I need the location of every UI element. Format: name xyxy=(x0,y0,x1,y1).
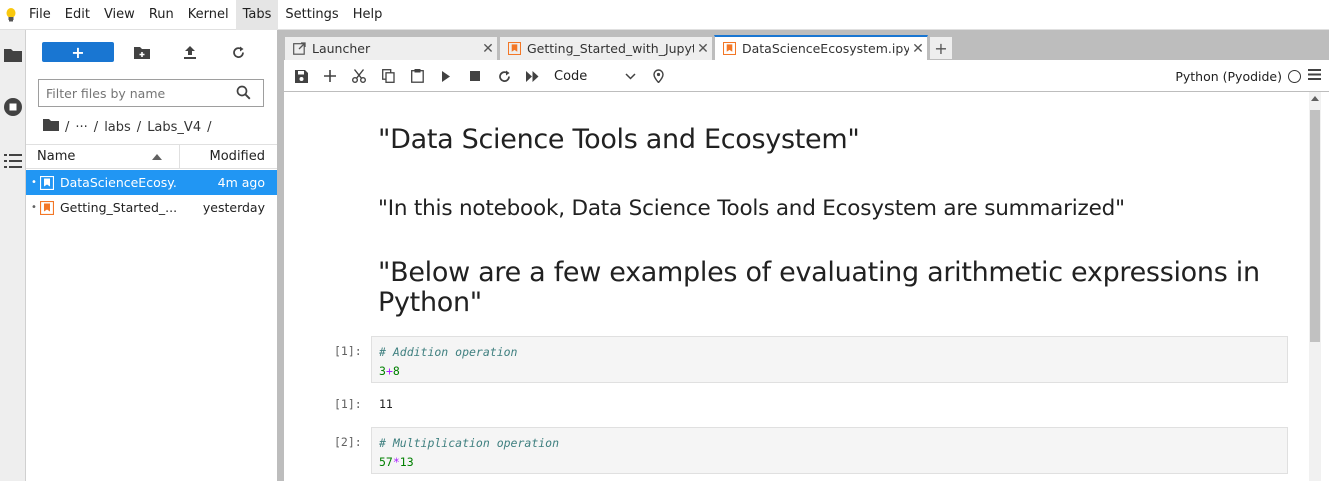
file-name: Getting_Started_... xyxy=(60,200,178,215)
notebook-panel: "Data Science Tools and Ecosystem" "In t… xyxy=(284,92,1329,481)
kernel-indicator[interactable]: Python (Pyodide) xyxy=(1175,66,1301,86)
tab-datascienceecosystem[interactable]: DataScienceEcosystem.ipynb ✕ xyxy=(714,35,928,60)
search-icon xyxy=(236,85,251,104)
menu-edit[interactable]: Edit xyxy=(58,0,97,30)
cell-output: 11 xyxy=(379,397,393,411)
hamburger-menu-icon[interactable] xyxy=(1308,69,1321,84)
tab-bar: Launcher ✕ Getting_Started_with_Jupyter … xyxy=(284,30,1329,60)
notebook-icon xyxy=(508,41,522,56)
stop-icon[interactable] xyxy=(465,66,485,86)
file-filter-box xyxy=(38,79,264,107)
folder-icon[interactable] xyxy=(0,42,26,68)
scrollbar-thumb[interactable] xyxy=(1310,110,1320,342)
menu-tabs[interactable]: Tabs xyxy=(235,0,279,30)
cut-icon[interactable] xyxy=(349,66,369,86)
file-modified: yesterday xyxy=(202,200,265,215)
table-of-contents-icon[interactable] xyxy=(0,148,26,174)
markdown-heading-3[interactable]: "Below are a few examples of evaluating … xyxy=(378,258,1278,318)
running-sessions-icon[interactable] xyxy=(0,94,26,120)
upload-icon[interactable] xyxy=(180,42,200,62)
breadcrumb-labs[interactable]: labs xyxy=(101,120,134,135)
breadcrumb-separator: / xyxy=(93,119,99,135)
main-area: Launcher ✕ Getting_Started_with_Jupyter … xyxy=(284,30,1329,481)
tab-label: Launcher xyxy=(312,41,371,56)
kernel-status-idle-icon xyxy=(1288,69,1301,83)
menu-view[interactable]: View xyxy=(97,0,142,30)
breadcrumb: / ··· / labs / Labs_V4 / xyxy=(40,118,214,136)
breadcrumb-separator: / xyxy=(136,119,142,135)
restart-kernel-icon[interactable] xyxy=(494,66,514,86)
launcher-icon xyxy=(293,41,307,56)
notebook-toolbar: Code Python (Pyodide) xyxy=(284,60,1329,92)
scroll-up-arrow-icon[interactable] xyxy=(1311,96,1319,101)
breadcrumb-separator: / xyxy=(65,119,70,135)
markdown-heading-1[interactable]: "Data Science Tools and Ecosystem" xyxy=(378,124,860,155)
paste-icon[interactable] xyxy=(407,66,427,86)
run-icon[interactable] xyxy=(436,66,456,86)
file-list-header: Name Modified xyxy=(26,144,277,169)
close-icon[interactable]: ✕ xyxy=(909,41,927,57)
new-launcher-button[interactable]: + xyxy=(42,42,114,62)
cell-type-value: Code xyxy=(554,68,588,84)
breadcrumb-labs-v4[interactable]: Labs_V4 xyxy=(144,120,204,135)
file-browser-toolbar: + xyxy=(26,30,277,72)
restart-run-all-icon[interactable] xyxy=(523,66,543,86)
add-tab-button[interactable]: + xyxy=(929,36,953,60)
column-header-name[interactable]: Name xyxy=(26,145,180,168)
code-cell-editor[interactable]: # Addition operation 3+8 xyxy=(371,336,1288,383)
file-filter-input[interactable] xyxy=(39,81,229,105)
tab-getting-started[interactable]: Getting_Started_with_Jupyter ✕ xyxy=(499,36,713,60)
menu-help[interactable]: Help xyxy=(346,0,390,30)
open-indicator-icon: • xyxy=(31,177,37,188)
sort-ascending-icon xyxy=(152,154,162,160)
tab-label: Getting_Started_with_Jupyter xyxy=(527,41,694,56)
home-folder-icon[interactable] xyxy=(40,119,62,135)
code-line: 57*13 xyxy=(379,455,414,469)
input-prompt: [2]: xyxy=(334,435,362,449)
activity-bar xyxy=(0,30,26,481)
menu-run[interactable]: Run xyxy=(142,0,181,30)
add-cell-icon[interactable] xyxy=(320,66,340,86)
jupyter-logo-icon xyxy=(0,0,22,30)
markdown-heading-2[interactable]: "In this notebook, Data Science Tools an… xyxy=(378,196,1125,221)
menu-bar: File Edit View Run Kernel Tabs Settings … xyxy=(0,0,1329,30)
code-comment: # Multiplication operation xyxy=(379,436,560,450)
close-icon[interactable]: ✕ xyxy=(694,41,712,57)
column-header-modified[interactable]: Modified xyxy=(180,145,277,168)
notebook-icon xyxy=(40,175,54,190)
file-name: DataScienceEcosy... xyxy=(60,175,178,190)
notebook-icon xyxy=(723,41,737,56)
menu-kernel[interactable]: Kernel xyxy=(181,0,236,30)
open-indicator-icon: • xyxy=(31,202,37,213)
code-line: 3+8 xyxy=(379,364,400,378)
refresh-icon[interactable] xyxy=(228,42,248,62)
save-icon[interactable] xyxy=(291,66,311,86)
code-comment: # Addition operation xyxy=(379,345,518,359)
tab-launcher[interactable]: Launcher ✕ xyxy=(284,36,498,60)
kernel-name: Python (Pyodide) xyxy=(1175,68,1282,84)
new-folder-icon[interactable] xyxy=(132,42,152,62)
chevron-down-icon xyxy=(625,69,636,84)
notebook-icon xyxy=(40,200,54,215)
breadcrumb-ellipsis[interactable]: ··· xyxy=(72,120,90,135)
code-cell-editor[interactable]: # Multiplication operation 57*13 xyxy=(371,427,1288,474)
vertical-scrollbar[interactable] xyxy=(1309,92,1321,481)
file-row-getting-started[interactable]: • Getting_Started_... yesterday xyxy=(26,195,277,220)
output-prompt: [1]: xyxy=(334,397,362,411)
input-prompt: [1]: xyxy=(334,344,362,358)
copy-icon[interactable] xyxy=(378,66,398,86)
panel-splitter[interactable] xyxy=(277,30,284,481)
menu-settings[interactable]: Settings xyxy=(278,0,345,30)
cell-type-select[interactable]: Code xyxy=(554,66,636,86)
file-modified: 4m ago xyxy=(217,175,265,190)
breadcrumb-separator: / xyxy=(207,119,212,135)
menu-file[interactable]: File xyxy=(22,0,58,30)
file-browser: + / ··· / labs / Labs_V4 / Name Modif xyxy=(26,30,277,481)
location-pin-icon[interactable] xyxy=(648,66,668,86)
tab-label: DataScienceEcosystem.ipynb xyxy=(742,41,909,56)
file-row-datascienceecosystem[interactable]: • DataScienceEcosy... 4m ago xyxy=(26,170,277,195)
close-icon[interactable]: ✕ xyxy=(479,41,497,57)
